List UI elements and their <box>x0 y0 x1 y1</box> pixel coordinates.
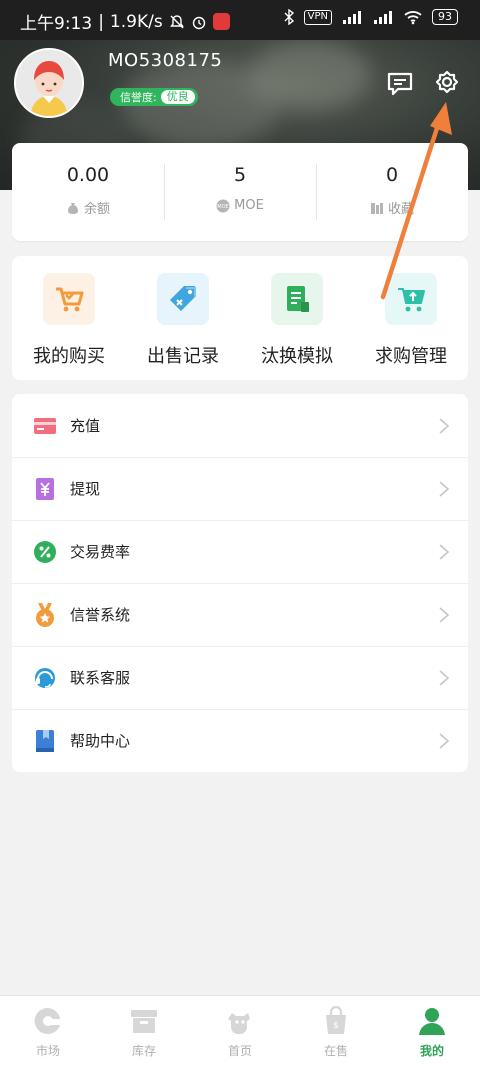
quick-label: 我的购买 <box>33 346 105 367</box>
stat-label: MOE <box>234 198 264 213</box>
headset-icon <box>32 665 58 691</box>
svg-text:MOE: MOE <box>217 204 228 210</box>
moe-coin-icon: MOE <box>216 199 230 212</box>
menu-item-customer-service[interactable]: 联系客服 <box>12 646 468 709</box>
home-icon <box>223 1004 257 1038</box>
chevron-right-icon <box>439 732 450 749</box>
quick-label: 汰换模拟 <box>261 346 333 367</box>
cart-check-icon <box>43 273 95 325</box>
menu-item-help-center[interactable]: 帮助中心 <box>12 709 468 772</box>
bottom-tab-bar: 市场 库存 首页 $ 在售 我的 <box>0 995 480 1067</box>
message-icon <box>387 72 413 96</box>
alarm-icon <box>192 16 205 29</box>
card-icon <box>32 413 58 439</box>
menu-item-trade-fee[interactable]: 交易费率 <box>12 520 468 583</box>
tab-label: 首页 <box>227 1044 252 1058</box>
stat-label: 余额 <box>83 202 110 217</box>
mute-bell-icon <box>169 14 184 28</box>
inventory-icon <box>127 1004 161 1038</box>
battery-indicator: 93 <box>432 9 458 25</box>
stat-value: 5 <box>233 164 247 186</box>
stat-value: 0 <box>385 164 399 186</box>
status-time: 上午9:13 <box>20 14 93 34</box>
menu-label: 帮助中心 <box>70 732 131 750</box>
tab-label: 市场 <box>35 1044 60 1058</box>
stats-card: 0.00 余额 5 MOE MOE 0 收藏 <box>12 143 468 241</box>
quick-buy-requests[interactable]: 求购管理 <box>354 256 468 380</box>
settings-button[interactable] <box>431 68 463 100</box>
username: MO5308175 <box>108 50 223 71</box>
status-bar: 上午9:13 | 1.9K/s VPN 93 <box>0 0 480 40</box>
message-button[interactable] <box>384 68 416 100</box>
menu-item-withdraw[interactable]: 提现 <box>12 457 468 520</box>
menu-label: 提现 <box>70 480 101 498</box>
menu-item-recharge[interactable]: 充值 <box>12 394 468 457</box>
market-icon <box>31 1004 65 1038</box>
percent-icon <box>32 539 58 565</box>
quick-label: 出售记录 <box>147 346 219 367</box>
credit-label: 信誉度: <box>120 91 157 104</box>
stat-balance[interactable]: 0.00 余额 <box>12 162 164 222</box>
gear-icon <box>435 70 459 94</box>
status-speed: 1.9K/s <box>109 11 163 32</box>
menu-label: 充值 <box>70 417 101 435</box>
profile-icon <box>415 1004 449 1038</box>
money-bag-icon <box>67 202 78 214</box>
document-list-icon <box>271 273 323 325</box>
quick-actions: 我的购买 出售记录 汰换模拟 求购管理 <box>12 256 468 380</box>
medal-icon <box>32 602 58 628</box>
tab-on-sale[interactable]: $ 在售 <box>288 996 384 1067</box>
chevron-right-icon <box>439 480 450 497</box>
tab-profile[interactable]: 我的 <box>384 996 480 1067</box>
menu-item-reputation[interactable]: 信誉系统 <box>12 583 468 646</box>
stat-moe[interactable]: 5 MOE MOE <box>164 162 316 222</box>
svg-text:$: $ <box>333 1021 339 1031</box>
status-divider: | <box>98 11 104 32</box>
quick-sales-records[interactable]: 出售记录 <box>126 256 240 380</box>
chevron-right-icon <box>439 606 450 623</box>
quick-label: 求购管理 <box>375 346 447 367</box>
avatar[interactable] <box>14 48 84 118</box>
menu-label: 交易费率 <box>70 543 131 561</box>
menu-label: 联系客服 <box>70 669 131 687</box>
wifi-icon <box>404 11 422 25</box>
settings-menu: 充值 提现 交易费率 信誉系统 联系客服 帮助中心 <box>12 394 468 772</box>
price-tag-icon <box>157 273 209 325</box>
signal-hd-icon <box>343 11 361 24</box>
chevron-right-icon <box>439 417 450 434</box>
stat-value: 0.00 <box>66 164 110 186</box>
signal-hd-icon-2 <box>374 11 392 24</box>
stat-collection[interactable]: 0 收藏 <box>316 162 468 222</box>
credit-badge[interactable]: 信誉度: 优良 <box>110 88 198 106</box>
stat-label: 收藏 <box>387 202 414 217</box>
netease-music-icon <box>212 13 230 30</box>
tab-label: 库存 <box>131 1044 156 1058</box>
tab-label: 在售 <box>323 1044 348 1058</box>
bg-smoke <box>250 40 370 110</box>
quick-tradeup-sim[interactable]: 汰换模拟 <box>240 256 354 380</box>
on-sale-icon: $ <box>319 1004 353 1038</box>
yuan-icon <box>32 476 58 502</box>
collection-icon <box>370 202 383 214</box>
chevron-right-icon <box>439 669 450 686</box>
avatar-girl-icon <box>16 50 82 116</box>
tab-home[interactable]: 首页 <box>192 996 288 1067</box>
menu-label: 信誉系统 <box>70 606 131 624</box>
quick-my-purchases[interactable]: 我的购买 <box>12 256 126 380</box>
bluetooth-icon <box>284 9 294 25</box>
tab-market[interactable]: 市场 <box>0 996 96 1067</box>
vpn-badge: VPN <box>303 9 332 25</box>
tab-inventory[interactable]: 库存 <box>96 996 192 1067</box>
chevron-right-icon <box>439 543 450 560</box>
tab-label: 我的 <box>419 1044 444 1058</box>
book-icon <box>32 728 58 754</box>
credit-value: 优良 <box>160 90 195 104</box>
cart-up-icon <box>385 273 437 325</box>
